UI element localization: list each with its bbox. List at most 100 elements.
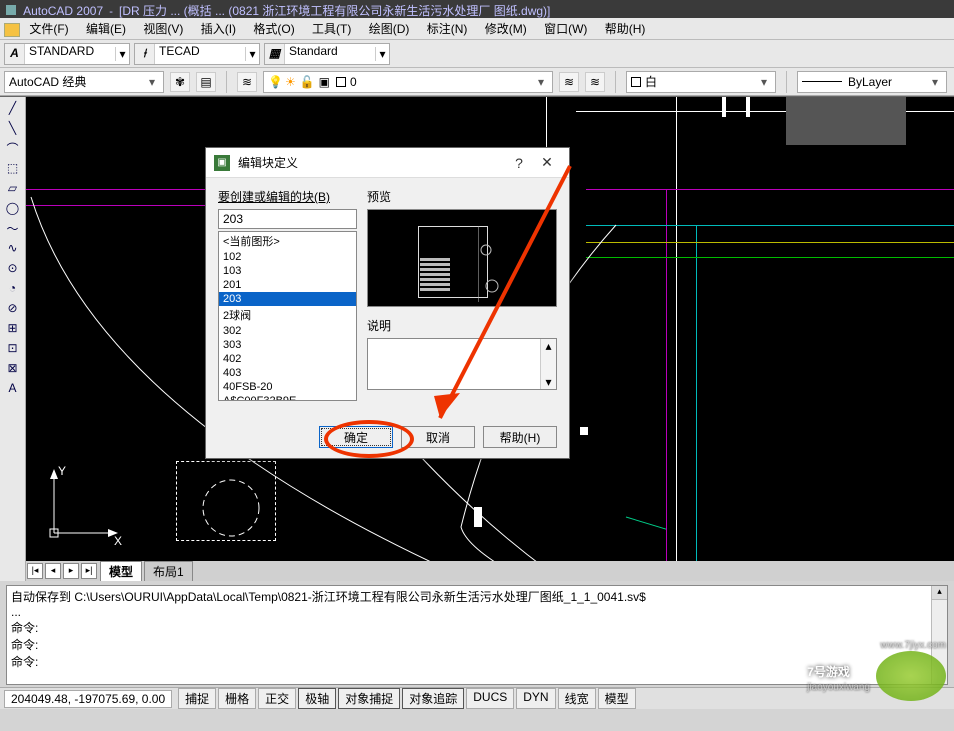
menu-tools[interactable]: 工具(T): [312, 22, 351, 36]
status-toggle-栅格[interactable]: 栅格: [218, 688, 256, 709]
cmd-line: ...: [11, 605, 943, 619]
draw-tool-6[interactable]: 〜: [3, 219, 23, 237]
status-toggle-捕捉[interactable]: 捕捉: [178, 688, 216, 709]
draw-tool-5[interactable]: ◯: [3, 199, 23, 217]
dim-style-value: TECAD: [155, 44, 245, 64]
scroll-down-icon[interactable]: ▾: [545, 375, 551, 389]
cmd-line: 命令:: [11, 619, 943, 636]
draw-tool-0[interactable]: ╱: [3, 99, 23, 117]
list-item[interactable]: 203: [219, 292, 356, 306]
list-item[interactable]: 201: [219, 278, 356, 292]
menu-edit[interactable]: 编辑(E): [86, 22, 126, 36]
text-style-icon: A: [5, 44, 25, 64]
close-icon[interactable]: ✕: [533, 154, 561, 171]
list-item[interactable]: <当前图形>: [219, 232, 356, 250]
description-box[interactable]: ▴▾: [367, 338, 557, 390]
lineweight-combo[interactable]: ByLayer ▾: [797, 71, 947, 93]
menu-format[interactable]: 格式(O): [253, 22, 294, 36]
draw-tool-9[interactable]: ◔: [3, 279, 23, 297]
scroll-up-icon[interactable]: ▴: [545, 339, 551, 353]
table-style-combo[interactable]: ▦ Standard ▾: [264, 43, 390, 65]
sun-icon: ☀: [285, 75, 296, 89]
tab-prev-icon[interactable]: ◂: [45, 563, 61, 579]
chevron-down-icon[interactable]: ▾: [145, 75, 159, 89]
list-item[interactable]: 302: [219, 324, 356, 338]
chevron-down-icon[interactable]: ▾: [928, 75, 942, 89]
workspace-settings-icon[interactable]: ✾: [170, 72, 190, 92]
draw-tool-7[interactable]: ∿: [3, 239, 23, 257]
list-item[interactable]: 403: [219, 366, 356, 380]
text-style-combo[interactable]: A STANDARD ▾: [4, 43, 130, 65]
workspace-save-icon[interactable]: ▤: [196, 72, 216, 92]
menu-window[interactable]: 窗口(W): [544, 22, 587, 36]
menu-insert[interactable]: 插入(I): [201, 22, 236, 36]
draw-tool-12[interactable]: ⊡: [3, 339, 23, 357]
draw-tool-8[interactable]: ⊙: [3, 259, 23, 277]
color-combo[interactable]: 白 ▾: [626, 71, 776, 93]
layer-prev-icon[interactable]: ≋: [559, 72, 579, 92]
cancel-button[interactable]: 取消: [401, 426, 475, 448]
draw-tool-2[interactable]: ⌒: [3, 139, 23, 157]
draw-tool-10[interactable]: ⊘: [3, 299, 23, 317]
command-panel[interactable]: 自动保存到 C:\Users\OURUI\AppData\Local\Temp\…: [6, 585, 948, 685]
document-title: [DR 压力 ... (概括 ... (0821 浙江环境工程有限公司永新生活污…: [119, 4, 550, 18]
list-item[interactable]: 303: [219, 338, 356, 352]
app-icon: [6, 5, 16, 15]
menubar: 文件(F) 编辑(E) 视图(V) 插入(I) 格式(O) 工具(T) 绘图(D…: [0, 18, 954, 40]
list-item[interactable]: 402: [219, 352, 356, 366]
status-toggle-对象追踪[interactable]: 对象追踪: [402, 688, 464, 709]
description-label: 说明: [367, 317, 557, 334]
list-item[interactable]: 40FSB-20: [219, 380, 356, 394]
help-button[interactable]: 帮助(H): [483, 426, 557, 448]
chevron-down-icon[interactable]: ▾: [115, 47, 129, 61]
status-toggle-DUCS[interactable]: DUCS: [466, 688, 514, 709]
workspace-combo[interactable]: AutoCAD 经典 ▾: [4, 71, 164, 93]
layer-states-icon[interactable]: ≋: [585, 72, 605, 92]
menu-modify[interactable]: 修改(M): [485, 22, 527, 36]
status-toggle-对象捕捉[interactable]: 对象捕捉: [338, 688, 400, 709]
tab-next-icon[interactable]: ▸: [63, 563, 79, 579]
status-toggle-正交[interactable]: 正交: [258, 688, 296, 709]
list-item[interactable]: 103: [219, 264, 356, 278]
status-toggle-模型[interactable]: 模型: [598, 688, 636, 709]
chevron-down-icon[interactable]: ▾: [245, 47, 259, 61]
layer-combo[interactable]: 💡 ☀ 🔓 ▣ 0 ▾: [263, 71, 553, 93]
dim-style-combo[interactable]: ⟊ TECAD ▾: [134, 43, 260, 65]
tab-model[interactable]: 模型: [100, 561, 142, 582]
chevron-down-icon[interactable]: ▾: [375, 47, 389, 61]
draw-tool-11[interactable]: ⊞: [3, 319, 23, 337]
scrollbar[interactable]: ▴: [931, 586, 947, 684]
draw-tool-13[interactable]: ⊠: [3, 359, 23, 377]
draw-tool-4[interactable]: ▱: [3, 179, 23, 197]
status-toggle-线宽[interactable]: 线宽: [558, 688, 596, 709]
chevron-down-icon[interactable]: ▾: [757, 75, 771, 89]
draw-tool-1[interactable]: ╲: [3, 119, 23, 137]
status-toggle-极轴[interactable]: 极轴: [298, 688, 336, 709]
layers-icon[interactable]: ≋: [237, 72, 257, 92]
menu-help[interactable]: 帮助(H): [605, 22, 646, 36]
cmd-line: 自动保存到 C:\Users\OURUI\AppData\Local\Temp\…: [11, 588, 943, 605]
list-item[interactable]: A$C00F32B9E: [219, 394, 356, 401]
menu-file[interactable]: 文件(F): [29, 22, 68, 36]
menu-view[interactable]: 视图(V): [143, 22, 183, 36]
scroll-up-icon[interactable]: ▴: [932, 586, 947, 600]
draw-tool-14[interactable]: A: [3, 379, 23, 397]
draw-tool-3[interactable]: ⬚: [3, 159, 23, 177]
menu-dimension[interactable]: 标注(N): [427, 22, 468, 36]
table-style-value: Standard: [285, 44, 375, 64]
chevron-down-icon[interactable]: ▾: [534, 75, 548, 89]
tab-first-icon[interactable]: |◂: [27, 563, 43, 579]
scrollbar[interactable]: ▴▾: [540, 339, 556, 389]
tab-layout1[interactable]: 布局1: [144, 561, 193, 582]
status-toggle-DYN[interactable]: DYN: [516, 688, 555, 709]
block-name-input[interactable]: [218, 209, 357, 229]
block-listbox[interactable]: <当前图形>1021032012032球阀30230340240340FSB-2…: [218, 231, 357, 401]
tab-last-icon[interactable]: ▸|: [81, 563, 97, 579]
cmd-line: 命令:: [11, 636, 943, 653]
help-icon[interactable]: ?: [505, 155, 533, 171]
ok-button[interactable]: 确定: [319, 426, 393, 448]
menu-draw[interactable]: 绘图(D): [369, 22, 410, 36]
list-item[interactable]: 102: [219, 250, 356, 264]
list-item[interactable]: 2球阀: [219, 306, 356, 324]
dialog-titlebar[interactable]: ▣ 编辑块定义 ? ✕: [206, 148, 569, 178]
